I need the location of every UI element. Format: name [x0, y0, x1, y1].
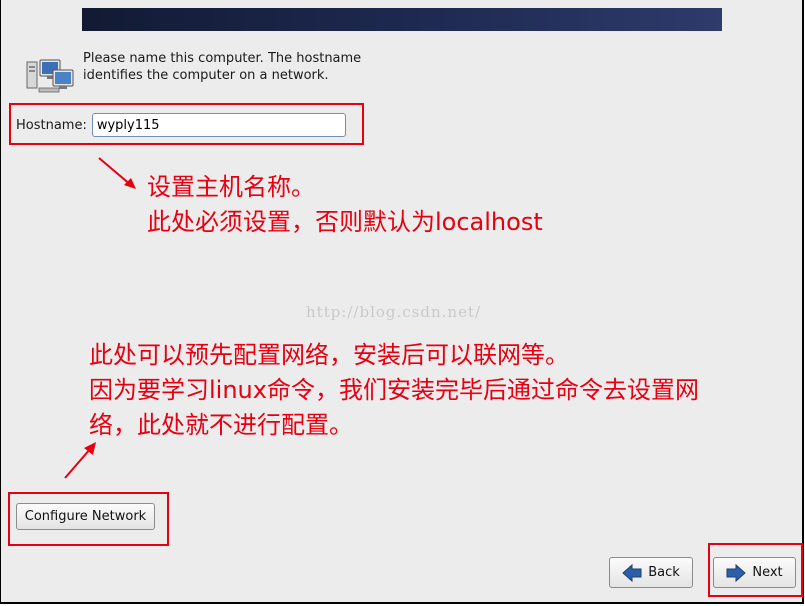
- annotation-network: 此处可以预先配置网络，安装后可以联网等。 因为要学习linux命令，我们安装完毕…: [89, 341, 699, 439]
- arrow-to-hostname: [98, 157, 136, 189]
- back-arrow-icon: [622, 563, 642, 582]
- back-label: Back: [648, 565, 680, 580]
- watermark: http://blog.csdn.net/: [306, 303, 482, 321]
- next-arrow-icon: [726, 563, 747, 582]
- configure-network-label: Configure Network: [24, 509, 147, 524]
- network-computers-icon: [25, 58, 75, 94]
- back-button[interactable]: Back: [609, 557, 693, 588]
- arrow-to-configure-network: [64, 442, 96, 479]
- hostname-input[interactable]: [91, 113, 346, 137]
- configure-network-button[interactable]: Configure Network: [16, 503, 155, 530]
- intro-text: Please name this computer. The hostname …: [83, 51, 362, 83]
- next-label: Next: [752, 565, 783, 580]
- installer-banner: [82, 8, 722, 31]
- intro-section: Please name this computer. The hostname …: [25, 50, 385, 100]
- installer-window: Please name this computer. The hostname …: [0, 0, 804, 604]
- next-button[interactable]: Next: [713, 557, 796, 588]
- hostname-row: Hostname:: [16, 113, 346, 137]
- annotation-hostname: 设置主机名称。 此处必须设置，否则默认为localhost: [147, 173, 543, 236]
- hostname-label: Hostname:: [16, 117, 87, 133]
